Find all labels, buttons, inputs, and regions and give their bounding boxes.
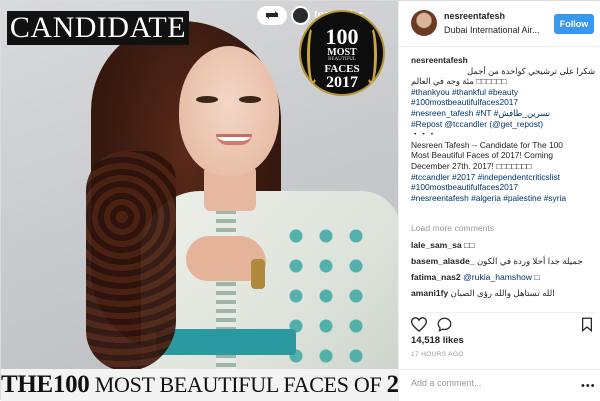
post-sidebar: nesreentafesh Dubai International Air...… [398,1,600,401]
watch-illustration [251,259,265,289]
caption-line: مئة وجه في العالم □□□□□□ [411,76,595,87]
comment-text: الله تستاهل والله رؤى الصبان [450,288,555,298]
post-timestamp: 17 HOURS AGO [411,351,464,358]
add-comment-bar: ••• [399,369,600,401]
badge-number: 100 [325,24,359,49]
follow-button[interactable]: Follow [554,14,594,34]
comment-text: □□ [464,240,475,250]
caption-line: #nesreen_tafesh #NT #نسرين_طافش [411,108,595,119]
likes-count[interactable]: 14,518 likes [411,335,464,346]
comment-text[interactable]: @rukia_hamshow □ [463,272,540,282]
belt-illustration [156,329,296,355]
comment-item: fatima_nas2 @rukia_hamshow □ [411,269,595,285]
banner-mid: MOST BEAUTIFUL FACES OF [94,372,382,397]
comment-item: lale_sam_sa □□ [411,237,595,253]
caption-text-1: Nesreen Tafesh -- Candidate for The 100 [411,139,563,150]
comment-text: جميلة جدا أحلا وردة في الكون [476,256,583,266]
right-eye-illustration [239,96,261,103]
load-more-comments-link[interactable]: Load more comments [411,223,494,233]
add-comment-input[interactable] [411,378,571,388]
repost-icon [257,5,287,25]
caption-tags-3b[interactable]: نسرين_طافش [498,108,550,118]
comment-username[interactable]: amani1fy [411,288,448,298]
comment-icon[interactable] [437,317,452,337]
caption-tags-2[interactable]: #100mostbeautifulfaces2017 [411,97,595,108]
caption-tags-1[interactable]: #thankyou #thankful #beauty [411,87,595,98]
header-username[interactable]: nesreentafesh [444,11,505,21]
left-eye-illustration [196,96,218,103]
curls-illustration [86,151,176,371]
comment-username[interactable]: basem_alasde_ [411,256,475,266]
repost-avatar [291,5,310,25]
comment-item: basem_alasde_ جميلة جدا أحلا وردة في الك… [411,253,595,269]
badge-year: 2017 [326,74,358,91]
post-header: nesreentafesh Dubai International Air...… [399,1,600,47]
heart-icon[interactable] [410,317,428,337]
instagram-post: CANDIDATE tccandler 100 MOST BEAUTIFUL F… [0,0,600,401]
caption-text-3: December 27th. 2017! □□□□□□□ [411,160,532,171]
face-illustration [179,46,279,176]
caption-line: nesreentafesh [411,55,595,66]
avatar[interactable] [411,10,437,36]
floral-pattern-illustration [281,221,371,381]
comment-username[interactable]: lale_sam_sa [411,240,462,250]
caption-arabic-1: شكرا على ترشيحي كواحدة من أجمل [466,65,595,76]
post-image[interactable]: CANDIDATE tccandler 100 MOST BEAUTIFUL F… [1,1,398,401]
action-bar [409,312,595,333]
candidate-label: CANDIDATE [7,11,189,45]
caption-tags-3a[interactable]: #nesreen_tafesh #NT # [411,108,498,118]
header-location[interactable]: Dubai International Air... [444,25,544,35]
image-bottom-banner: THE100 MOST BEAUTIFUL FACES OF 2017 [1,369,398,401]
caption-text-2: Most Beautiful Faces of 2017! Coming [411,150,553,161]
caption-tags-6[interactable]: #nesreentafesh #algeria #palestine #syri… [411,193,595,204]
comments-list: lale_sam_sa □□ basem_alasde_ جميلة جدا أ… [411,237,595,301]
caption-arabic-2: مئة وجه في العالم [411,76,474,87]
banner-num: 100 [52,371,90,398]
caption-tags-4[interactable]: #tccandler #2017 #independentcriticslist [411,172,595,183]
post-caption: nesreentafesh شكرا على ترشيحي كواحدة من … [411,55,595,203]
100-most-beautiful-faces-badge: 100 MOST BEAUTIFUL FACES 2017 [299,10,385,96]
caption-emoji-1: □□□□□□ [476,76,507,87]
bookmark-icon[interactable] [581,317,593,337]
more-options-icon[interactable]: ••• [581,380,596,392]
banner-the: THE [1,371,53,398]
banner-year: 2017 [386,371,398,398]
smile-illustration [216,134,252,145]
caption-repost[interactable]: #Repost @tccandler (@get_repost) [411,119,595,130]
caption-username[interactable]: nesreentafesh [411,55,468,65]
caption-dots: ・・・ [411,129,437,140]
comment-item: amani1fy الله تستاهل والله رؤى الصبان [411,285,595,301]
caption-tags-5[interactable]: #100mostbeautifulfaces2017 [411,182,595,193]
comment-username[interactable]: fatima_nas2 [411,272,461,282]
